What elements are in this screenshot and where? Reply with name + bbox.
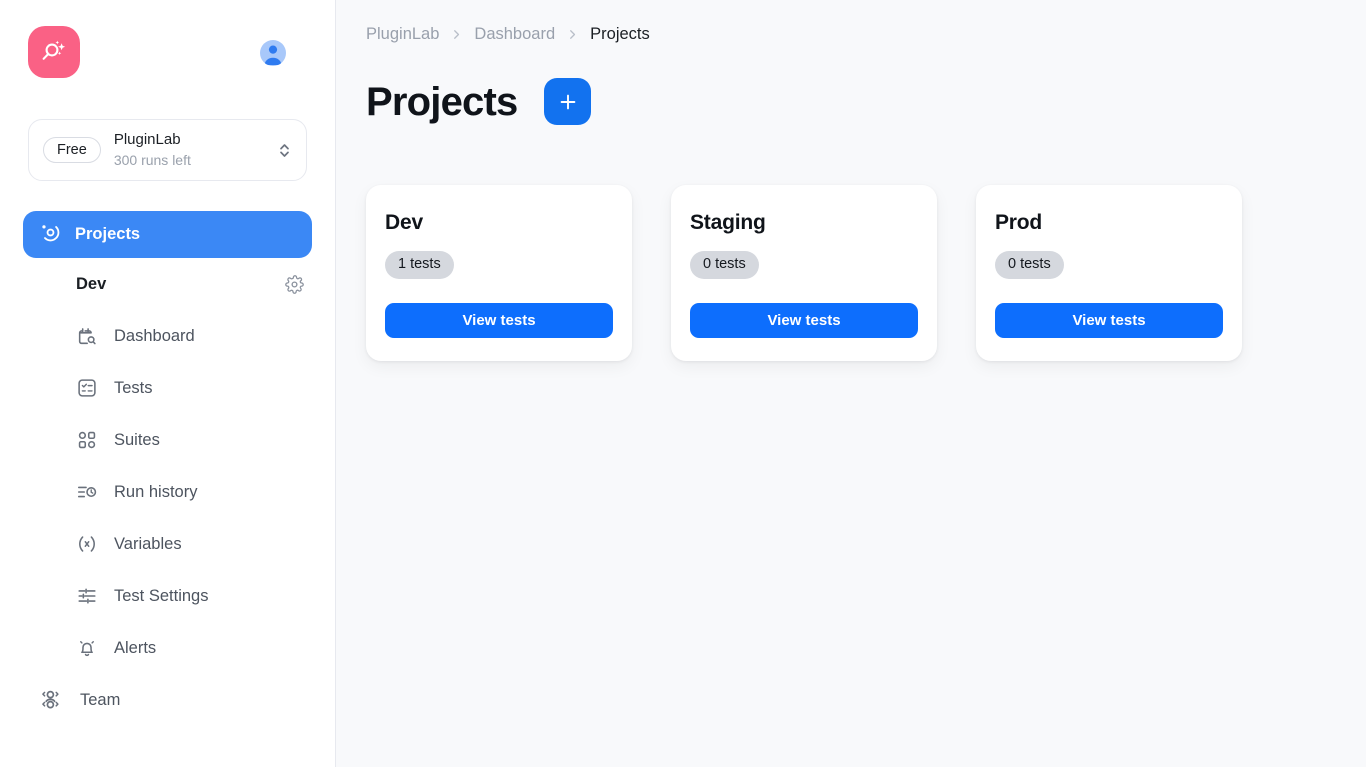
sidebar-item-alerts-label: Alerts: [114, 638, 157, 657]
avatar[interactable]: [260, 40, 286, 66]
project-card[interactable]: Staging 0 tests View tests: [671, 185, 937, 362]
sidebar-item-run-history-label: Run history: [114, 482, 198, 501]
sidebar-project-header: Dev: [28, 258, 307, 310]
plan-badge: Free: [43, 136, 101, 164]
view-tests-button[interactable]: View tests: [690, 303, 918, 339]
breadcrumb-item-dashboard[interactable]: Dashboard: [474, 25, 555, 44]
app-root: Free PluginLab 300 runs left Projects De…: [0, 0, 1366, 767]
variable-x-icon: [76, 533, 98, 555]
chevron-up-down-icon: [277, 141, 292, 160]
chevron-right-icon: [450, 28, 463, 41]
sidebar-item-test-settings[interactable]: Test Settings: [76, 570, 335, 622]
sidebar-item-projects[interactable]: Projects: [23, 211, 312, 258]
sidebar-sub-items: Dashboard Tests Suites Run history Varia…: [0, 310, 335, 674]
project-card[interactable]: Prod 0 tests View tests: [976, 185, 1242, 362]
sidebar-item-alerts[interactable]: Alerts: [76, 622, 335, 674]
users-group-icon: [38, 687, 64, 713]
project-card-test-count: 1 tests: [385, 251, 454, 280]
sidebar-item-tests[interactable]: Tests: [76, 362, 335, 414]
project-card-test-count: 0 tests: [995, 251, 1064, 280]
sidebar: Free PluginLab 300 runs left Projects De…: [0, 0, 336, 767]
sidebar-item-suites-label: Suites: [114, 430, 160, 449]
breadcrumb-item-projects: Projects: [590, 24, 650, 43]
workspace-text: PluginLab 300 runs left: [114, 131, 264, 169]
sidebar-item-dashboard[interactable]: Dashboard: [76, 310, 335, 362]
main-content: PluginLab Dashboard Projects Projects De…: [336, 0, 1366, 767]
workspace-name: PluginLab: [113, 131, 181, 149]
project-card-title: Prod: [995, 211, 1043, 234]
project-card-title: Dev: [385, 211, 423, 234]
project-card[interactable]: Dev 1 tests View tests: [366, 185, 632, 362]
calendar-search-icon: [76, 325, 98, 347]
app-logo[interactable]: [28, 26, 80, 78]
sidebar-header: [0, 0, 335, 80]
sidebar-project-name: Dev: [76, 274, 107, 293]
view-tests-button[interactable]: View tests: [995, 303, 1223, 339]
bell-ring-icon: [76, 637, 98, 659]
orbit-icon: [39, 221, 62, 249]
checklist-square-icon: [76, 377, 98, 399]
breadcrumb-item-pluginlab[interactable]: PluginLab: [366, 25, 439, 44]
project-card-title: Staging: [690, 211, 766, 234]
sidebar-item-team-label: Team: [80, 690, 121, 709]
page-title: Projects: [366, 79, 518, 124]
user-avatar-icon: [264, 45, 282, 65]
chevron-right-icon: [566, 28, 579, 41]
sidebar-item-test-settings-label: Test Settings: [114, 586, 209, 605]
list-clock-icon: [76, 481, 98, 503]
workspace-switcher[interactable]: Free PluginLab 300 runs left: [28, 119, 307, 181]
grid-shapes-icon: [76, 429, 98, 451]
sidebar-item-tests-label: Tests: [114, 378, 153, 397]
plus-icon: [560, 94, 576, 109]
sidebar-item-team[interactable]: Team: [0, 674, 335, 726]
sidebar-item-projects-label: Projects: [75, 225, 141, 243]
project-card-test-count: 0 tests: [690, 251, 759, 280]
sidebar-item-variables[interactable]: Variables: [76, 518, 335, 570]
page-header: Projects: [366, 78, 1366, 125]
project-card-list: Dev 1 tests View tests Staging 0 tests V…: [366, 185, 1366, 362]
magnifier-sparkle-logo-icon: [42, 40, 66, 60]
view-tests-button[interactable]: View tests: [385, 303, 613, 339]
sidebar-item-dashboard-label: Dashboard: [114, 326, 195, 345]
sidebar-nav: Projects Dev Dashboard Tests Suites Run …: [0, 211, 335, 726]
gear-icon[interactable]: [285, 274, 304, 294]
sidebar-item-variables-label: Variables: [114, 534, 182, 553]
sliders-icon: [76, 585, 98, 607]
sidebar-item-suites[interactable]: Suites: [76, 414, 335, 466]
breadcrumb: PluginLab Dashboard Projects: [366, 0, 1366, 43]
add-project-button[interactable]: [544, 78, 592, 125]
sidebar-item-run-history[interactable]: Run history: [76, 466, 335, 518]
workspace-runs-left: 300 runs left: [113, 151, 191, 168]
